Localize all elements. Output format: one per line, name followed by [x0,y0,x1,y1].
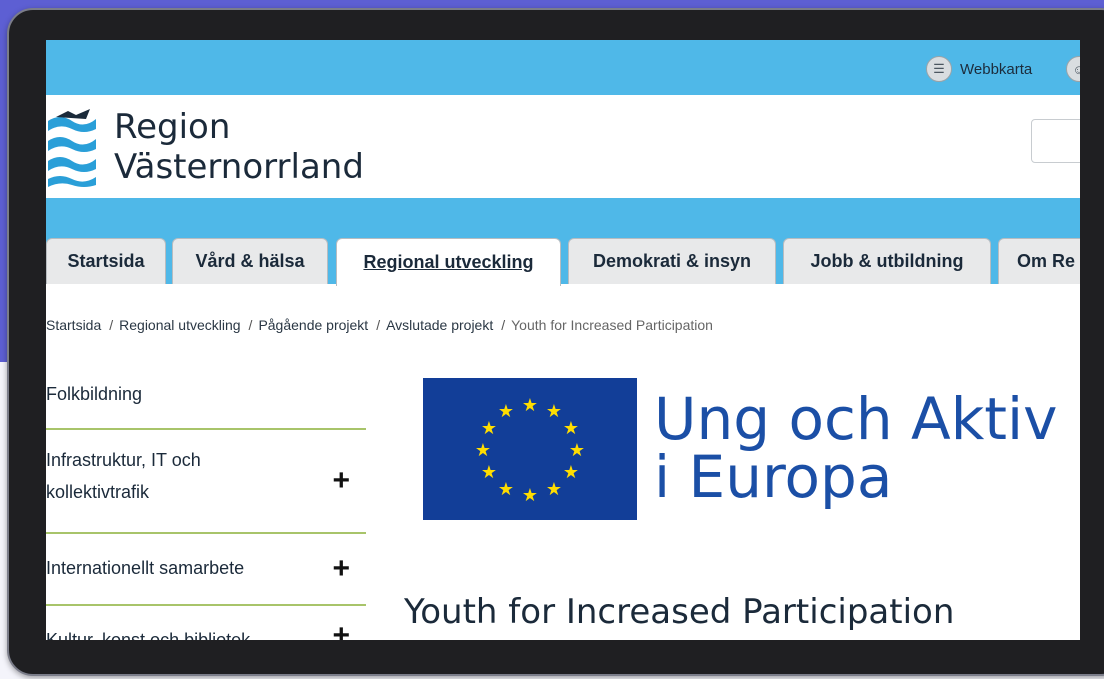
user-icon: ☺ [1066,56,1080,82]
svg-text:★: ★ [569,440,585,461]
search-input[interactable] [1031,119,1080,163]
svg-text:★: ★ [522,395,538,416]
tab-demokrati-insyn[interactable]: Demokrati & insyn [568,238,776,284]
tab-regional-utveckling[interactable]: Regional utveckling [336,238,561,286]
tab-label: Regional utveckling [363,252,534,272]
sitemap-icon: ☰ [926,56,952,82]
tab-label: Demokrati & insyn [592,251,752,271]
tab-startsida[interactable]: Startsida [46,238,166,284]
sidebar-item-label: Folkbildning [46,384,143,404]
sidebar-item-internationellt[interactable]: Internationellt samarbete + [46,534,366,606]
sidebar-item-folkbildning[interactable]: Folkbildning [46,362,366,430]
section-sidebar: Folkbildning Infrastruktur, IT och kolle… [46,362,366,640]
expand-icon[interactable]: + [332,464,350,498]
expand-icon[interactable]: + [332,619,350,640]
eu-program-title: Ung och Aktiv i Europa [654,390,1057,506]
sidebar-item-kultur[interactable]: Kultur, konst och bibliotek + [46,606,366,640]
site-header: Region Västernorrland [46,95,1080,198]
breadcrumb-link[interactable]: Startsida [46,317,101,333]
breadcrumb-separator: / [109,317,114,333]
sidebar-item-label: Infrastruktur, IT och kollektivtrafik [46,450,201,502]
svg-text:★: ★ [546,479,562,500]
site-logo-text[interactable]: Region Västernorrland [114,107,364,187]
tab-vard-halsa[interactable]: Vård & hälsa [172,238,328,284]
logo-line-1: Region [114,107,231,147]
tab-label: Om Re [1017,251,1076,271]
sidebar-item-label: Internationellt samarbete [46,558,245,578]
logo-line-2: Västernorrland [114,147,364,187]
breadcrumb-separator: / [248,317,253,333]
tab-label: Startsida [67,251,145,271]
sitemap-link[interactable]: ☰ Webbkarta [926,56,1032,82]
user-link[interactable]: ☺ [1066,56,1080,82]
svg-text:★: ★ [522,485,538,506]
svg-text:★: ★ [563,418,579,439]
eu-flag-image: ★ ★ ★ ★ ★ ★ ★ ★ ★ ★ ★ ★ [423,378,637,520]
svg-text:★: ★ [481,462,497,483]
utility-bar: ☰ Webbkarta ☺ [46,40,1080,95]
breadcrumb-separator: / [501,317,506,333]
sidebar-item-label: Kultur, konst och bibliotek [46,630,251,640]
breadcrumb-current: Youth for Increased Participation [511,317,713,333]
svg-text:★: ★ [546,401,562,422]
main-navigation: Startsida Vård & hälsa Regional utveckli… [46,238,1080,286]
page-title: Youth for Increased Participation [404,592,955,632]
tab-label: Vård & hälsa [195,251,305,271]
svg-text:★: ★ [481,418,497,439]
svg-text:★: ★ [498,401,514,422]
header-band [46,198,1080,238]
waves-logo-icon[interactable] [46,107,98,194]
tab-label: Jobb & utbildning [810,251,964,271]
sidebar-item-infrastruktur[interactable]: Infrastruktur, IT och kollektivtrafik + [46,430,366,534]
breadcrumb-link[interactable]: Pågående projekt [258,317,368,333]
sitemap-label: Webbkarta [960,60,1033,78]
svg-text:★: ★ [475,440,491,461]
tab-om-region[interactable]: Om Re [998,238,1080,284]
breadcrumb-separator: / [376,317,381,333]
eu-title-line-1: Ung och Aktiv [654,385,1058,453]
browser-viewport: ☰ Webbkarta ☺ Region Västernorrland Star… [46,40,1080,640]
svg-text:★: ★ [563,462,579,483]
tab-jobb-utbildning[interactable]: Jobb & utbildning [783,238,991,284]
device-frame: ☰ Webbkarta ☺ Region Västernorrland Star… [7,8,1104,676]
breadcrumb: Startsida / Regional utveckling / Pågående p… [46,317,717,333]
expand-icon[interactable]: + [332,552,350,586]
breadcrumb-link[interactable]: Avslutade projekt [386,317,493,333]
breadcrumb-link[interactable]: Regional utveckling [119,317,240,333]
eu-title-line-2: i Europa [654,443,893,511]
svg-text:★: ★ [498,479,514,500]
